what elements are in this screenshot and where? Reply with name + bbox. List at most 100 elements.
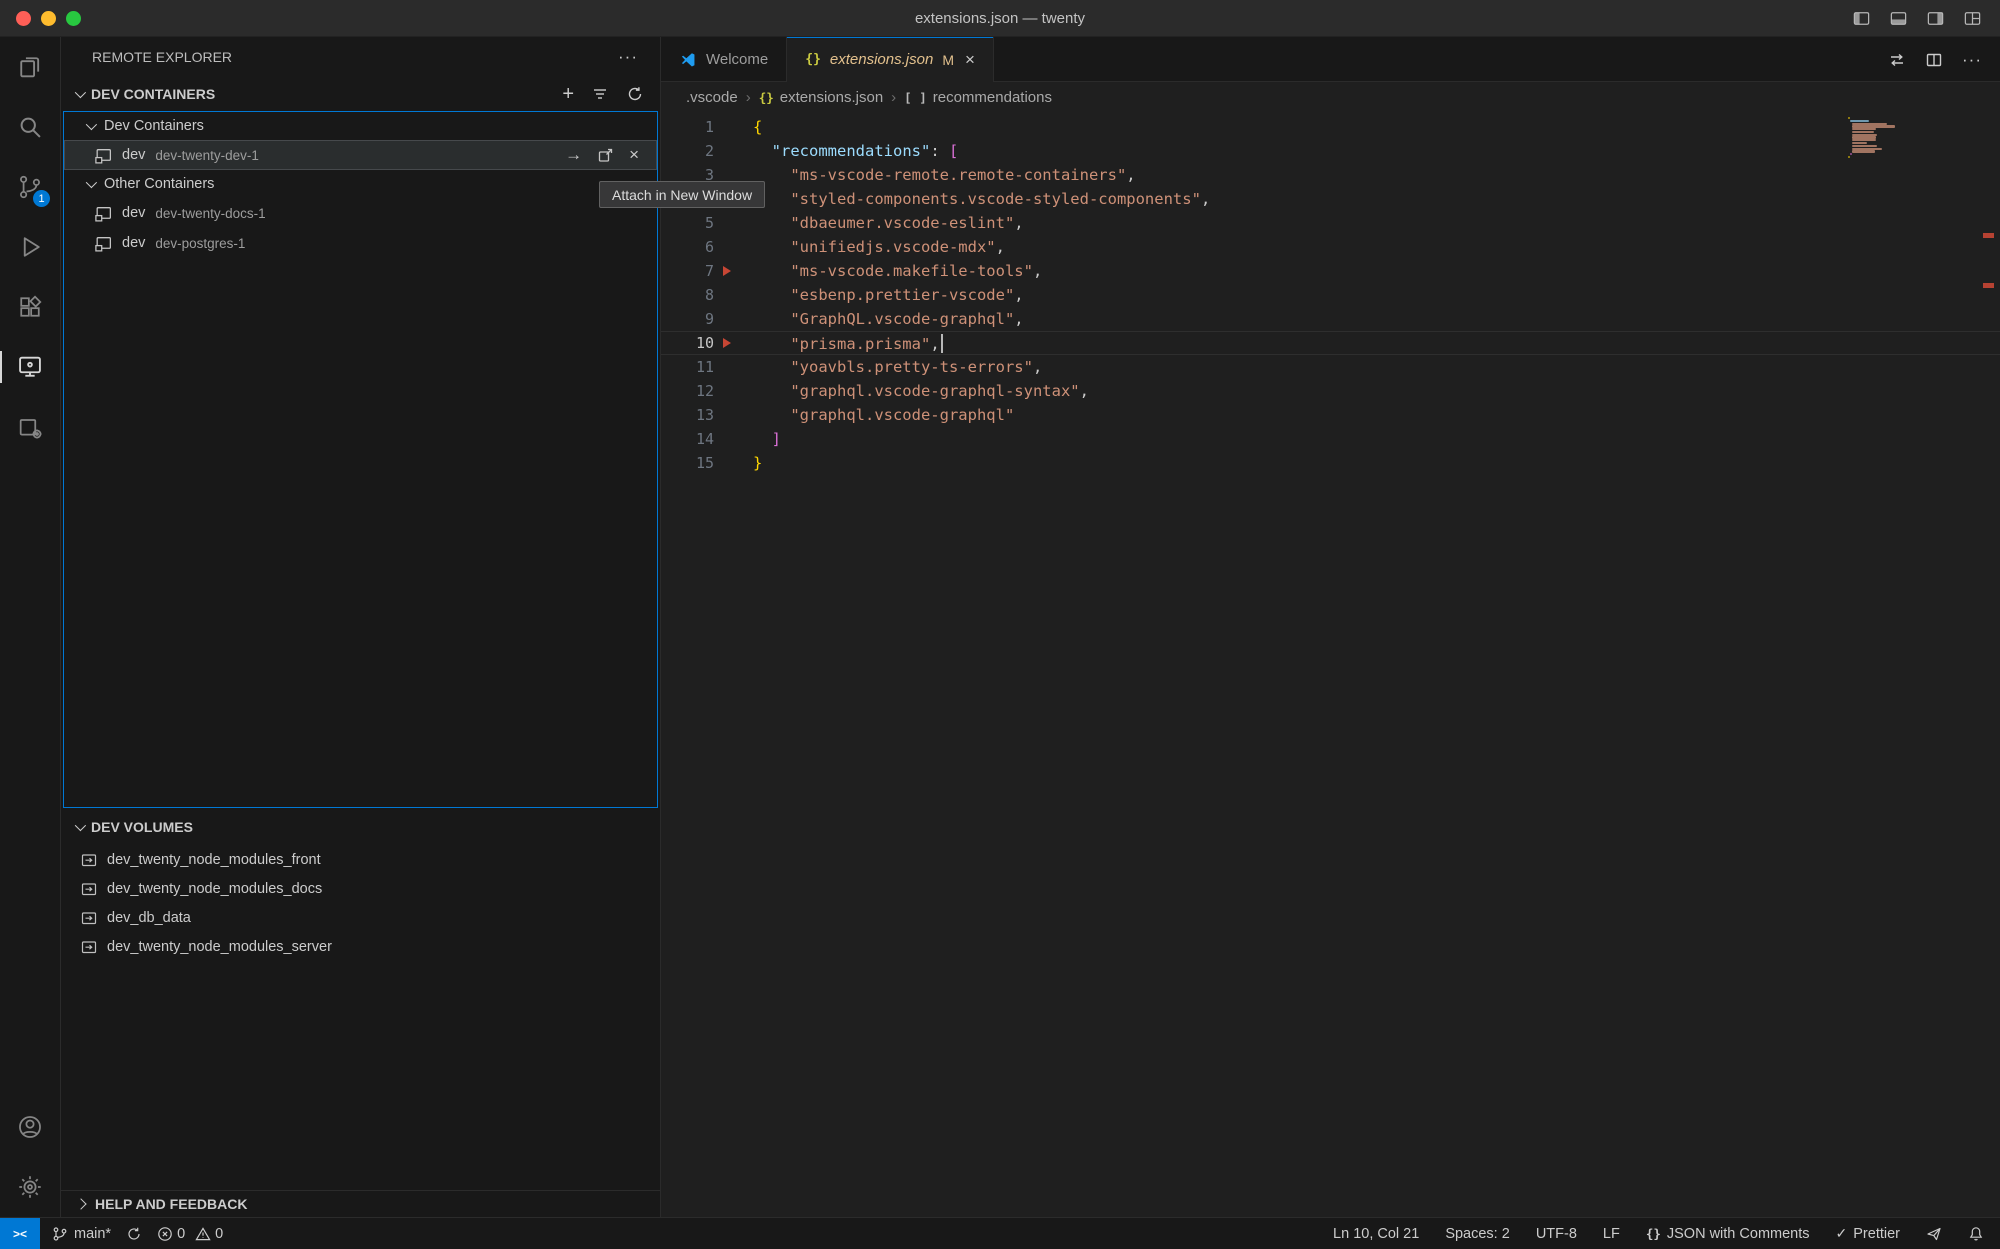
attach-in-current-window-icon[interactable]: → [565, 145, 582, 165]
formatter-label: Prettier [1853, 1226, 1900, 1242]
minimize-window-button[interactable] [41, 11, 56, 26]
container-row-dev-twenty-docs[interactable]: dev dev-twenty-docs-1 [64, 198, 657, 228]
toggle-primary-sidebar-icon[interactable] [1852, 9, 1871, 28]
container-row-dev-postgres[interactable]: dev dev-postgres-1 [64, 228, 657, 258]
chevron-down-icon [75, 819, 86, 830]
eol-item[interactable]: LF [1603, 1226, 1620, 1242]
code-line-7[interactable]: 7 "ms-vscode.makefile-tools", [661, 259, 2000, 283]
remote-indicator[interactable]: >< [0, 1218, 40, 1249]
filter-icon[interactable] [591, 85, 609, 103]
status-right: Ln 10, Col 21 Spaces: 2 UTF-8 LF {} JSON… [1333, 1225, 1984, 1242]
sidebar-remote-explorer: REMOTE EXPLORER ··· DEV CONTAINERS + [61, 37, 661, 1217]
breadcrumb-symbol[interactable]: recommendations [933, 89, 1052, 106]
volume-row[interactable]: dev_twenty_node_modules_server [61, 932, 660, 961]
section-help-feedback-header[interactable]: HELP AND FEEDBACK [61, 1190, 660, 1217]
code-text: { [753, 118, 762, 136]
feedback-icon[interactable] [1926, 1226, 1942, 1242]
cursor-position-item[interactable]: Ln 10, Col 21 [1333, 1226, 1419, 1242]
git-branch-item[interactable]: main* [52, 1226, 111, 1242]
source-control-icon[interactable]: 1 [0, 157, 60, 217]
search-icon[interactable] [0, 97, 60, 157]
breadcrumbs: .vscode › {} extensions.json › [ ] recom… [661, 82, 2000, 112]
tab-welcome[interactable]: Welcome [661, 37, 787, 82]
stop-container-icon[interactable]: × [629, 145, 639, 165]
error-icon [157, 1226, 173, 1242]
symbol-array-icon: [ ] [904, 90, 927, 105]
code-line-12[interactable]: 12 "graphql.vscode-graphql-syntax", [661, 379, 2000, 403]
zoom-window-button[interactable] [66, 11, 81, 26]
sidebar-more-actions-icon[interactable]: ··· [618, 47, 638, 67]
containers-icon[interactable] [0, 397, 60, 457]
settings-gear-icon[interactable] [0, 1157, 60, 1217]
line-number: 6 [661, 238, 714, 256]
tooltip-attach-in-new-window: Attach in New Window [599, 181, 765, 208]
close-tab-icon[interactable]: × [965, 51, 975, 68]
scm-changes-badge: 1 [33, 190, 50, 207]
split-editor-icon[interactable] [1925, 51, 1943, 69]
code-line-3[interactable]: 3 "ms-vscode-remote.remote-containers", [661, 163, 2000, 187]
language-mode-item[interactable]: {} JSON with Comments [1646, 1226, 1810, 1242]
section-dev-containers-header[interactable]: DEV CONTAINERS + [61, 77, 660, 111]
explorer-icon[interactable] [0, 37, 60, 97]
code-line-10[interactable]: 10 "prisma.prisma", [661, 331, 2000, 355]
container-description: dev-twenty-dev-1 [155, 148, 259, 163]
indentation-item[interactable]: Spaces: 2 [1445, 1226, 1510, 1242]
formatter-item[interactable]: ✓ Prettier [1836, 1225, 1900, 1242]
section-dev-volumes-header[interactable]: DEV VOLUMES [61, 808, 660, 845]
code-line-5[interactable]: 5 "dbaeumer.vscode-eslint", [661, 211, 2000, 235]
refresh-icon[interactable] [626, 85, 644, 103]
code-line-1[interactable]: 1{ [661, 115, 2000, 139]
error-count: 0 [177, 1226, 185, 1242]
container-name: dev [122, 147, 145, 163]
attach-in-new-window-icon[interactable] [597, 147, 614, 164]
chevron-down-icon [86, 177, 97, 188]
breadcrumb-file[interactable]: extensions.json [780, 89, 883, 106]
minimap[interactable] [1848, 117, 1912, 159]
line-number: 5 [661, 214, 714, 232]
code-line-11[interactable]: 11 "yoavbls.pretty-ts-errors", [661, 355, 2000, 379]
problems-item[interactable]: 0 0 [157, 1226, 223, 1242]
code-text: "styled-components.vscode-styled-compone… [753, 190, 1210, 208]
code-line-9[interactable]: 9 "GraphQL.vscode-graphql", [661, 307, 2000, 331]
code-text: "ms-vscode-remote.remote-containers", [753, 166, 1136, 184]
volume-row[interactable]: dev_db_data [61, 903, 660, 932]
more-actions-icon[interactable]: ··· [1962, 50, 1982, 70]
remote-explorer-icon[interactable] [0, 337, 60, 397]
encoding-item[interactable]: UTF-8 [1536, 1226, 1577, 1242]
notifications-bell-icon[interactable] [1968, 1226, 1984, 1242]
code-line-2[interactable]: 2 "recommendations": [ [661, 139, 2000, 163]
code-line-6[interactable]: 6 "unifiedjs.vscode-mdx", [661, 235, 2000, 259]
code-line-4[interactable]: 4 "styled-components.vscode-styled-compo… [661, 187, 2000, 211]
code-line-13[interactable]: 13 "graphql.vscode-graphql" [661, 403, 2000, 427]
minimap-line [1852, 128, 1876, 130]
container-row-dev-twenty-dev[interactable]: dev dev-twenty-dev-1 → × [64, 140, 657, 170]
account-icon[interactable] [0, 1097, 60, 1157]
sync-changes-icon[interactable] [126, 1226, 142, 1242]
code-line-14[interactable]: 14 ] [661, 427, 2000, 451]
volume-row[interactable]: dev_twenty_node_modules_docs [61, 874, 660, 903]
tree-group-other-containers[interactable]: Other Containers [64, 170, 657, 198]
tree-group-dev-containers[interactable]: Dev Containers [64, 112, 657, 140]
line-number: 10 [661, 334, 714, 352]
toggle-secondary-sidebar-icon[interactable] [1926, 9, 1945, 28]
new-container-icon[interactable]: + [562, 84, 574, 104]
volume-row[interactable]: dev_twenty_node_modules_front [61, 845, 660, 874]
toggle-panel-icon[interactable] [1889, 9, 1908, 28]
code-line-8[interactable]: 8 "esbenp.prettier-vscode", [661, 283, 2000, 307]
run-debug-icon[interactable] [0, 217, 60, 277]
status-left: main* 0 0 [52, 1226, 223, 1242]
customize-layout-icon[interactable] [1963, 9, 1982, 28]
glyph-margin [714, 355, 753, 379]
breadcrumb-folder[interactable]: .vscode [686, 89, 738, 106]
close-window-button[interactable] [16, 11, 31, 26]
breadcrumb-separator: › [746, 89, 751, 106]
breadcrumb-separator: › [891, 89, 896, 106]
tab-extensions-json[interactable]: {} extensions.json M × [787, 37, 994, 82]
open-changes-icon[interactable] [1888, 51, 1906, 69]
code-editor[interactable]: 1{2 "recommendations": [3 "ms-vscode-rem… [661, 112, 2000, 1217]
code-line-15[interactable]: 15} [661, 451, 2000, 475]
titlebar-layout-controls [1852, 9, 1982, 28]
extensions-icon[interactable] [0, 277, 60, 337]
warning-count: 0 [215, 1226, 223, 1242]
container-description: dev-twenty-docs-1 [155, 206, 265, 221]
